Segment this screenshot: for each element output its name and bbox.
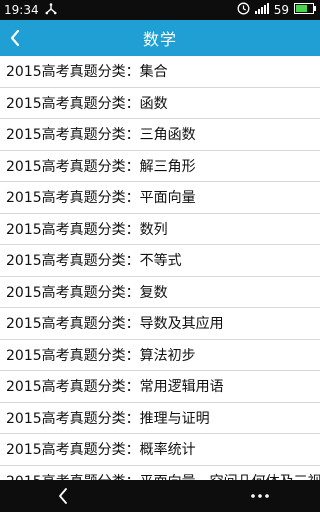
list-item[interactable]: 2015高考真题分类：复数 <box>0 277 320 308</box>
usb-icon <box>45 2 57 18</box>
list-item[interactable]: 2015高考真题分类：算法初步 <box>0 340 320 371</box>
list-item[interactable]: 2015高考真题分类：函数 <box>0 88 320 119</box>
signal-icon <box>254 3 269 17</box>
nav-back-button[interactable] <box>48 480 78 512</box>
alarm-icon <box>237 2 250 18</box>
list-item[interactable]: 2015高考真题分类：不等式 <box>0 245 320 277</box>
nav-bar <box>0 480 320 512</box>
category-list: 2015高考真题分类：集合 2015高考真题分类：函数 2015高考真题分类：三… <box>0 56 320 480</box>
nav-more-button[interactable] <box>245 480 275 512</box>
chevron-left-icon <box>10 29 20 47</box>
list-item[interactable]: 2015高考真题分类：平面向量 <box>0 182 320 214</box>
app-header: 数学 <box>0 20 320 56</box>
status-bar: 19:34 59 <box>0 0 320 20</box>
battery-icon <box>294 3 316 17</box>
list-item[interactable]: 2015高考真题分类：概率统计 <box>0 434 320 466</box>
list-item[interactable]: 2015高考真题分类：三角函数 <box>0 119 320 151</box>
list-item[interactable]: 2015高考真题分类：常用逻辑用语 <box>0 371 320 403</box>
list-item[interactable]: 2015高考真题分类：数列 <box>0 214 320 245</box>
list-item[interactable]: 2015高考真题分类：解三角形 <box>0 151 320 182</box>
back-arrow-icon <box>59 488 67 504</box>
list-item[interactable]: 2015高考真题分类：平面向量、空间几何体及三视图 <box>0 466 320 480</box>
more-dots-icon <box>251 494 269 498</box>
back-button[interactable] <box>0 20 30 56</box>
list-item[interactable]: 2015高考真题分类：导数及其应用 <box>0 308 320 340</box>
page-title: 数学 <box>142 30 177 49</box>
status-time: 19:34 <box>4 3 39 17</box>
battery-level: 59 <box>273 3 289 17</box>
list-item[interactable]: 2015高考真题分类：集合 <box>0 56 320 88</box>
list-item[interactable]: 2015高考真题分类：推理与证明 <box>0 403 320 434</box>
